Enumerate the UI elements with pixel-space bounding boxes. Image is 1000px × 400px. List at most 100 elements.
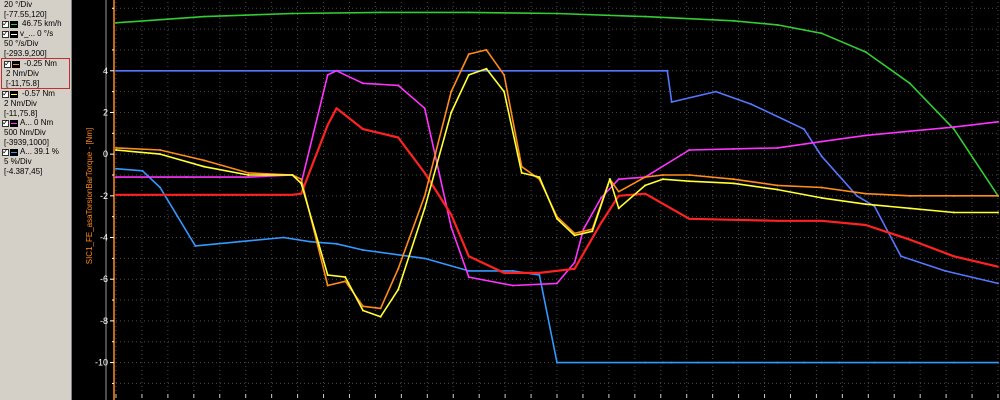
data-point [820, 32, 823, 35]
data-point [159, 186, 162, 189]
data-point [538, 274, 541, 277]
channel-value: 46.75 km/h [22, 19, 62, 29]
channel-visibility-checkbox[interactable] [2, 147, 9, 156]
data-point [361, 128, 364, 131]
channel-visibility-checkbox[interactable] [2, 19, 9, 28]
data-point [661, 178, 664, 181]
y-tick-label: -6 [100, 274, 108, 284]
data-point [820, 140, 823, 143]
data-point [344, 276, 347, 279]
data-point [300, 192, 303, 195]
data-point [864, 134, 867, 137]
data-point [291, 193, 294, 196]
data-point [952, 194, 955, 197]
data-point [115, 21, 117, 24]
data-point [335, 107, 338, 110]
data-point [952, 255, 955, 258]
data-point [467, 269, 470, 272]
data-point [908, 361, 911, 364]
data-point [326, 123, 329, 126]
data-point [556, 12, 558, 15]
channel-color-swatch [10, 119, 18, 127]
data-point [141, 169, 144, 172]
channel-legend-panel: 20 °/Div [-77.55,120] 46.75 km/hv_...0 °… [0, 0, 72, 400]
data-point [838, 361, 841, 364]
data-point [238, 240, 241, 243]
channel-visibility-checkbox[interactable] [4, 59, 11, 68]
data-point [326, 274, 329, 277]
channel-scale-text: 2 Nm/Div [4, 99, 37, 108]
data-point [450, 226, 453, 229]
data-point [397, 267, 400, 270]
legend-scale-text: 20 °/Div [4, 0, 33, 9]
legend-channel-5[interactable]: A...39.1 %5 %/Div[-4.387,45] [0, 147, 71, 176]
channel-color-swatch [10, 90, 18, 98]
channel-scale-text: 5 %/Div [4, 157, 32, 166]
data-point [538, 271, 541, 274]
data-point [361, 305, 364, 308]
data-point [732, 361, 735, 364]
data-point [485, 67, 488, 70]
legend-range-text: [-77.55,120] [4, 9, 47, 19]
data-point [194, 244, 197, 247]
y-tick-label: 2 [103, 107, 108, 117]
data-point [666, 69, 669, 72]
data-point [864, 51, 867, 54]
data-point [617, 190, 620, 193]
data-point [503, 73, 506, 76]
data-point [952, 361, 955, 364]
channel-scale-text: 2 Nm/Div [6, 69, 39, 78]
channel-visibility-checkbox[interactable] [2, 118, 9, 127]
data-point [997, 120, 999, 123]
data-point [397, 288, 400, 291]
data-point [291, 12, 294, 15]
channel-name: A... [20, 147, 33, 157]
series-line-1 [115, 167, 998, 364]
data-point [617, 178, 620, 181]
data-point [511, 284, 514, 287]
data-point [291, 173, 294, 176]
data-point [309, 240, 312, 243]
data-point [661, 69, 664, 72]
data-point [185, 176, 188, 179]
data-point [997, 361, 999, 364]
data-point [467, 255, 470, 258]
data-point [820, 219, 823, 222]
y-tick-label: -4 [100, 233, 108, 243]
channel-color-swatch [10, 30, 18, 38]
data-point [379, 307, 382, 310]
data-point [115, 167, 117, 170]
data-point [326, 73, 329, 76]
channel-range-text: [-11,75.8] [6, 78, 40, 88]
channel-visibility-checkbox[interactable] [2, 89, 9, 98]
data-point [952, 126, 955, 129]
data-point [423, 194, 426, 197]
data-point [203, 159, 206, 162]
data-point [608, 178, 611, 181]
legend-channel-3[interactable]: -0.57 Nm2 Nm/Div[-11,75.8] [0, 89, 71, 118]
channel-visibility-checkbox[interactable] [2, 29, 9, 38]
data-point [820, 361, 823, 364]
data-point [467, 11, 470, 14]
data-point [591, 230, 594, 233]
data-point [600, 221, 603, 224]
data-point [423, 107, 426, 110]
data-point [864, 203, 867, 206]
y-axis-title: SIC1_FE_asaTorsionBarTorque - [Nm] [85, 128, 94, 265]
legend-channel-1[interactable]: v_...0 °/s50 °/s/Div[-293.9,200] [0, 29, 71, 58]
data-point [115, 193, 117, 196]
data-point [573, 261, 576, 264]
channel-range-text: [-293.9,200] [4, 48, 47, 58]
data-point [335, 69, 338, 72]
legend-channel-4[interactable]: A...0 Nm500 Nm/Div[-3939,1000] [0, 118, 71, 147]
data-point [864, 192, 867, 195]
legend-channel-2[interactable]: -0.25 Nm2 Nm/Div[-11,75.8] [1, 58, 70, 89]
plot-area[interactable]: 4 2 0 -2 -4 -6 -8 -10 SIC1_FE_asaTorsionBarTorq… [72, 0, 1000, 400]
channel-color-swatch [10, 148, 18, 156]
data-point [820, 155, 823, 158]
data-point [503, 90, 506, 93]
data-point [203, 15, 206, 18]
data-point [776, 146, 779, 149]
data-point [467, 53, 470, 56]
legend-channel-0[interactable]: 46.75 km/h [0, 19, 71, 29]
